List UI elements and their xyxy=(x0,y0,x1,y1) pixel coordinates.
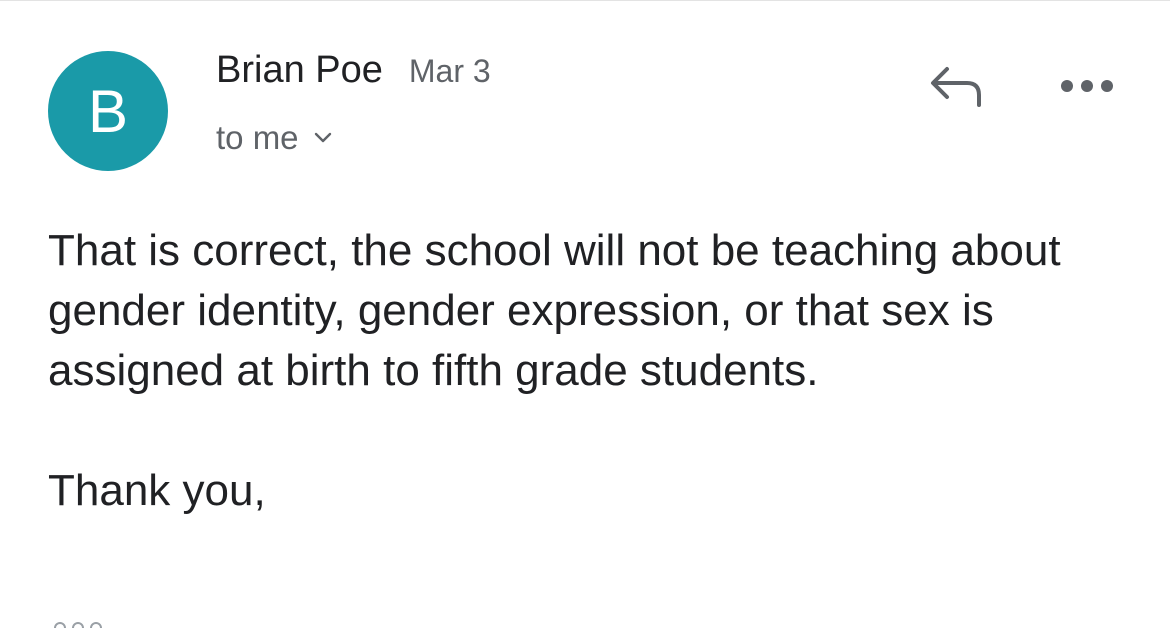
recipient-label: to me xyxy=(216,119,299,156)
sender-avatar[interactable]: B xyxy=(48,51,168,171)
recipient-details-toggle[interactable]: to me xyxy=(216,119,333,157)
show-trimmed-content-button[interactable] xyxy=(50,617,106,628)
message-date: Mar 3 xyxy=(408,53,491,89)
more-horiz-icon xyxy=(1060,78,1114,99)
more-options-button[interactable] xyxy=(1050,63,1124,113)
chevron-down-icon[interactable] xyxy=(313,131,333,145)
reply-button[interactable] xyxy=(920,61,990,115)
sender-name[interactable]: Brian Poe xyxy=(216,49,383,92)
show-trimmed-content-icon xyxy=(52,617,104,628)
sender-line: Brian Poe Mar 3 xyxy=(216,49,491,92)
email-message-view: B Brian Poe Mar 3 to me That is correct,… xyxy=(0,0,1170,628)
reply-icon xyxy=(925,63,985,114)
body-paragraph: That is correct, the school will not be … xyxy=(48,226,1061,395)
body-signoff: Thank you, xyxy=(48,466,266,515)
avatar-letter: B xyxy=(87,77,129,145)
message-body: That is correct, the school will not be … xyxy=(48,221,1128,521)
